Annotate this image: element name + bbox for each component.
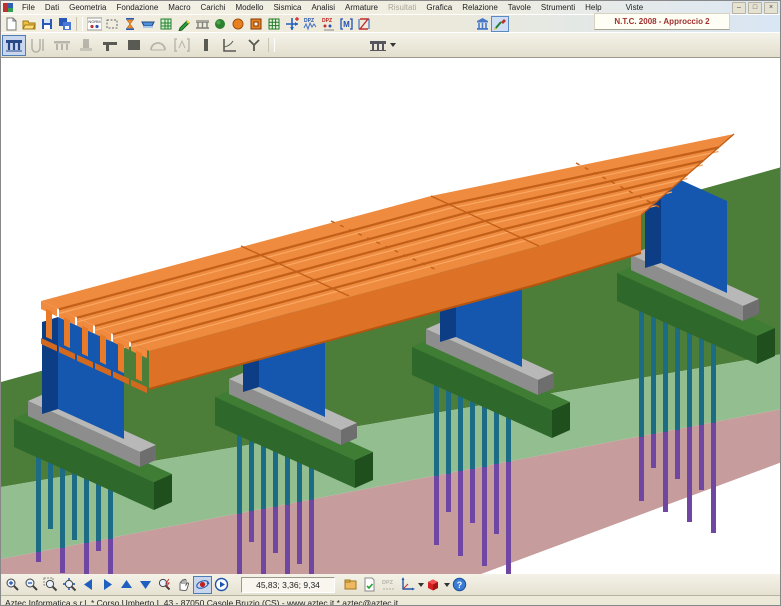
zoom-in-icon[interactable] [3,576,22,594]
norm-standards-icon[interactable]: NORM [85,16,103,32]
hourglass-icon[interactable] [121,16,139,32]
app-icon [3,3,13,12]
zoom-extents-icon[interactable] [60,576,79,594]
view-pier-icon[interactable] [74,35,98,56]
model-viewport[interactable] [1,57,781,573]
animate-play-icon[interactable] [212,576,231,594]
rebar-icon[interactable] [355,16,373,32]
menu-tavole[interactable]: Tavole [503,1,536,14]
menu-sismica[interactable]: Sismica [268,1,306,14]
axes-icon[interactable] [398,576,424,594]
menu-risultati: Risultati [383,1,421,14]
view-diagram-icon[interactable] [218,35,242,56]
view-toolbar [1,32,780,57]
menu-geometria[interactable]: Geometria [64,1,111,14]
save-all-icon[interactable] [56,16,74,32]
view-bridge-icon[interactable] [50,35,74,56]
view-bar-icon[interactable] [194,35,218,56]
zoom-out-icon[interactable] [22,576,41,594]
toolbar-separator [268,38,275,52]
view-solid-icon[interactable] [122,35,146,56]
render-brush-icon[interactable] [491,16,509,32]
moment-diagram-icon[interactable]: M [337,16,355,32]
help-icon[interactable]: ? [450,576,469,594]
pan-left-icon[interactable] [79,576,98,594]
menu-modello[interactable]: Modello [230,1,268,14]
material-green-icon[interactable] [211,16,229,32]
svg-text:?: ? [457,580,463,590]
menu-file[interactable]: File [17,1,40,14]
coordinates-display: 45,83; 3,36; 9,34 [241,577,335,593]
view-arc-icon[interactable] [146,35,170,56]
selection-box-icon[interactable] [103,16,121,32]
window-controls: – □ × [732,2,778,14]
minimize-button[interactable]: – [732,2,746,14]
material-orange-icon[interactable] [229,16,247,32]
report-check-icon[interactable] [360,576,379,594]
save-icon[interactable] [38,16,56,32]
mesh-grid-icon[interactable] [265,16,283,32]
edit-pencil-icon[interactable] [175,16,193,32]
toolbar-separator [76,17,83,31]
chevron-down-icon [444,583,450,587]
foundation-grid-icon[interactable] [157,16,175,32]
view-moment-icon[interactable] [170,35,194,56]
svg-text:DPZ: DPZ [322,18,332,24]
close-button[interactable]: × [764,2,778,14]
svg-text:NORM: NORM [88,19,100,24]
menu-dati[interactable]: Dati [40,1,64,14]
menu-macro[interactable]: Macro [163,1,195,14]
pan-right-icon[interactable] [98,576,117,594]
svg-text:M: M [343,20,350,29]
menu-analisi[interactable]: Analisi [306,1,340,14]
status-bar: Aztec Informatica s.r.l. * Corso Umberto… [1,595,780,606]
view-u-icon[interactable] [26,35,50,56]
menu-armature[interactable]: Armature [340,1,383,14]
navigation-toolbar: 45,83; 3,36; 9,34 DPZ ? [1,573,780,595]
application-window: File Dati Geometria Fondazione Macro Car… [0,0,781,606]
bridge-model-icon[interactable] [193,16,211,32]
dpz-spectrum-icon[interactable]: DPZ [301,16,319,32]
chevron-down-icon [418,583,424,587]
dpz-toggle-icon[interactable]: DPZ [379,576,398,594]
open-folder-icon[interactable] [20,16,38,32]
loads-icon[interactable] [283,16,301,32]
solid-view-cube-icon[interactable] [424,576,450,594]
status-text: Aztec Informatica s.r.l. * Corso Umberto… [5,598,398,606]
view-complete-icon[interactable] [2,35,26,56]
menu-carichi[interactable]: Carichi [196,1,231,14]
main-toolbar: NORM DPZ DPZ M [1,14,780,32]
zoom-dynamic-icon[interactable] [155,576,174,594]
view-mode-dropdown[interactable] [365,35,399,56]
menu-grafica[interactable]: Grafica [421,1,457,14]
orbit-icon[interactable] [193,576,212,594]
section-box-icon[interactable] [247,16,265,32]
view-fork-icon[interactable] [242,35,266,56]
chevron-down-icon [390,43,396,47]
menu-strumenti[interactable]: Strumenti [536,1,580,14]
menu-relazione[interactable]: Relazione [457,1,503,14]
svg-text:DPZ: DPZ [382,580,394,586]
view-deck-corner-icon[interactable] [98,35,122,56]
svg-text:DPZ: DPZ [304,18,314,24]
zoom-window-icon[interactable] [41,576,60,594]
dpz-seismic-icon[interactable]: DPZ [319,16,337,32]
menu-fondazione[interactable]: Fondazione [111,1,163,14]
pan-down-icon[interactable] [136,576,155,594]
new-document-icon[interactable] [2,16,20,32]
building-icon[interactable] [473,16,491,32]
design-code-banner: N.T.C. 2008 - Approccio 2 [594,13,730,30]
restore-button[interactable]: □ [748,2,762,14]
deck-section-icon[interactable] [139,16,157,32]
pan-hand-icon[interactable] [174,576,193,594]
pan-up-icon[interactable] [117,576,136,594]
layers-folder-icon[interactable] [341,576,360,594]
bridge-3d-scene [1,58,781,574]
